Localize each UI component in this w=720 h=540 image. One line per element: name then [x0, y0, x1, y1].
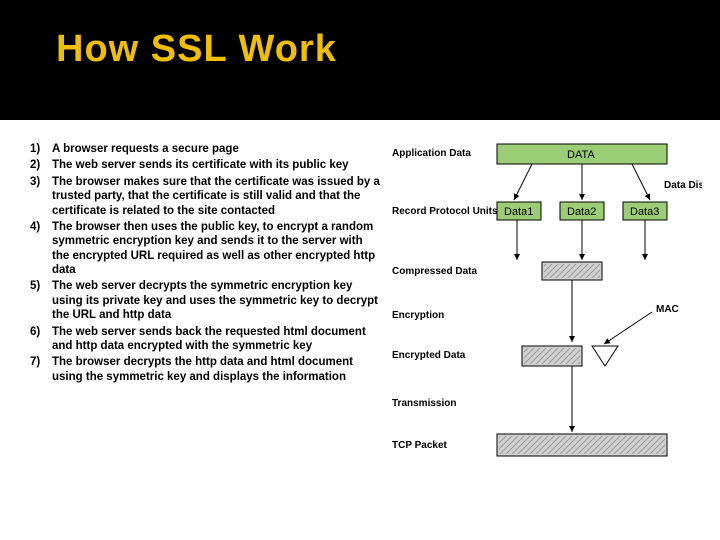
ssl-layer-diagram: Application Data DATA Data Distribution …	[392, 142, 702, 502]
svg-text:Data3: Data3	[630, 206, 659, 218]
data-unit-box: Data3	[623, 202, 667, 220]
svg-text:Data2: Data2	[567, 206, 596, 218]
arrow-icon	[632, 164, 650, 200]
slide-title: How SSL Work	[56, 28, 720, 71]
arrow-icon	[514, 164, 532, 200]
step-item: A browser requests a secure page	[30, 142, 380, 156]
ssl-steps-list: A browser requests a secure page The web…	[30, 142, 380, 502]
data-box-label: DATA	[567, 149, 595, 161]
slide-content: A browser requests a secure page The web…	[0, 120, 720, 502]
triangle-icon	[592, 346, 618, 366]
row-label-encrypted: Encrypted Data	[392, 350, 466, 361]
row-label-application-data: Application Data	[392, 148, 471, 159]
encrypted-hatch	[524, 348, 580, 364]
arrow-icon	[604, 312, 652, 344]
data-unit-box: Data2	[560, 202, 604, 220]
slide-header: How SSL Work	[0, 0, 720, 120]
row-label-compressed: Compressed Data	[392, 266, 477, 277]
row-label-encryption: Encryption	[392, 310, 444, 321]
compressed-hatch	[544, 264, 600, 278]
side-label-data-distribution: Data Distribution	[664, 180, 702, 191]
row-label-tcp: TCP Packet	[392, 440, 448, 451]
step-item: The browser makes sure that the certific…	[30, 175, 380, 218]
svg-text:Data1: Data1	[504, 206, 533, 218]
step-item: The web server sends back the requested …	[30, 325, 380, 354]
row-label-transmission: Transmission	[392, 398, 456, 409]
step-item: The web server decrypts the symmetric en…	[30, 279, 380, 322]
step-item: The web server sends its certificate wit…	[30, 158, 380, 172]
tcp-packet-hatch	[499, 436, 665, 454]
side-label-mac: MAC	[656, 304, 679, 315]
step-item: The browser decrypts the http data and h…	[30, 355, 380, 384]
step-item: The browser then uses the public key, to…	[30, 220, 380, 278]
row-label-record-protocol: Record Protocol Units	[392, 206, 498, 217]
data-unit-box: Data1	[497, 202, 541, 220]
